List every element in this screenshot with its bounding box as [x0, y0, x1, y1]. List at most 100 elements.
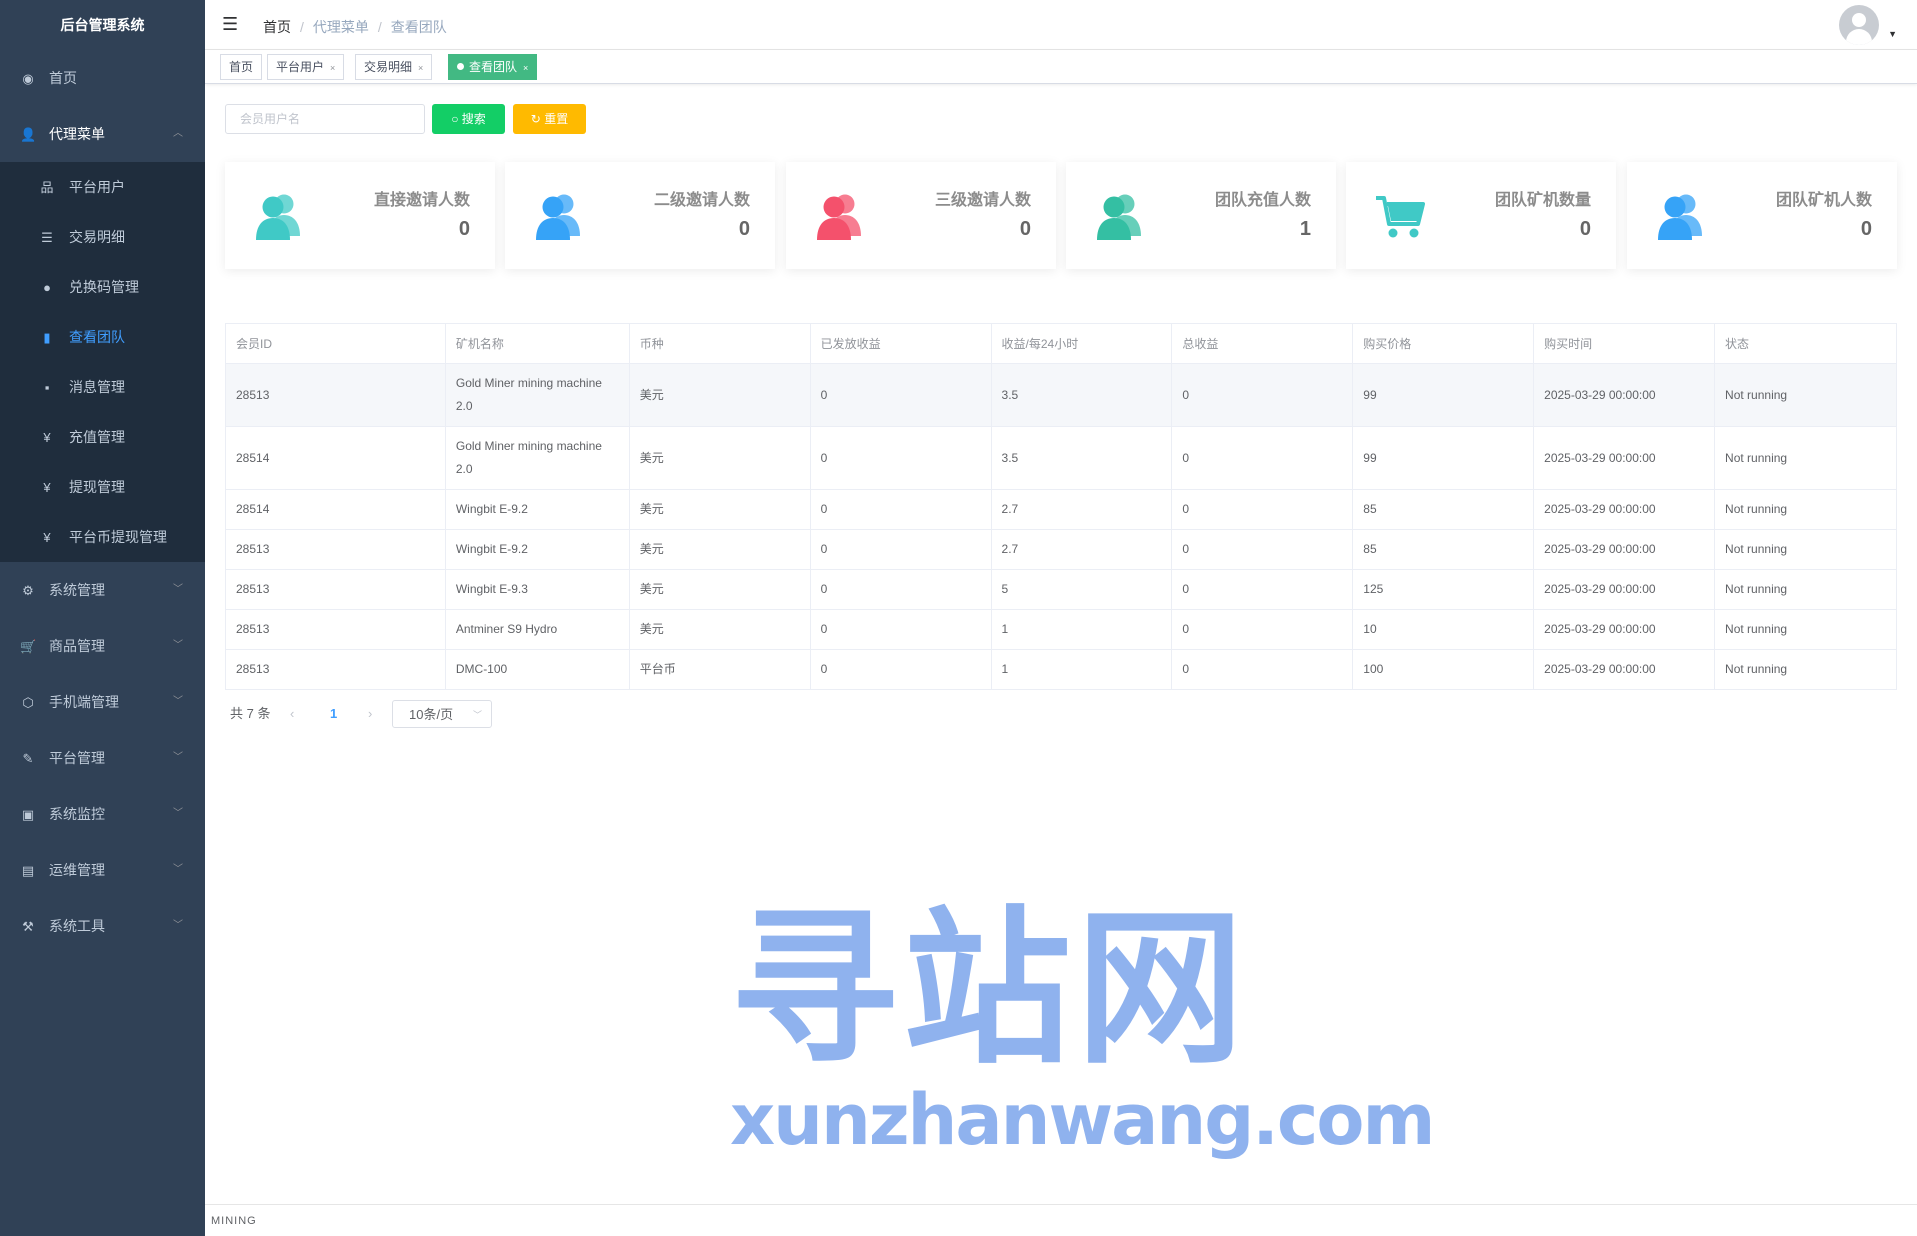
table-cell: Gold Miner mining machine 2.0	[444, 363, 630, 427]
chevron-up-icon: ︿	[173, 128, 183, 139]
column-header[interactable]: 会员ID	[225, 323, 446, 364]
close-icon[interactable]: ×	[418, 63, 423, 73]
search-button[interactable]: ○ 搜索	[432, 104, 505, 134]
table-cell: 2025-03-29 00:00:00	[1533, 609, 1716, 650]
table-cell: Not running	[1714, 609, 1897, 650]
sidebar-item-platform[interactable]: ✎ 平台管理 ﹀	[0, 730, 205, 786]
coin-icon: ●	[43, 280, 51, 295]
stat-value: 0	[738, 218, 750, 240]
page-number[interactable]: 1	[330, 700, 337, 728]
table-cell: 0	[809, 569, 992, 610]
column-header[interactable]: 购买时间	[1533, 323, 1716, 364]
sidebar-item-agent-menu[interactable]: 👤 代理菜单 ︿	[0, 106, 205, 162]
table-cell: 0	[809, 426, 992, 490]
sidebar-item-platform-users[interactable]: 品平台用户	[0, 162, 205, 212]
sidebar-item-withdraw[interactable]: ¥ 提现管理	[0, 462, 205, 512]
sidebar-item-label: 充值管理	[69, 429, 125, 445]
column-header[interactable]: 已发放收益	[809, 323, 992, 364]
sidebar-item-system[interactable]: ⚙ 系统管理 ﹀	[0, 562, 205, 618]
column-header[interactable]: 购买价格	[1352, 323, 1535, 364]
sidebar-item-transactions[interactable]: ☰ 交易明细	[0, 212, 205, 262]
table-row[interactable]: 28514 Gold Miner mining machine 2.0 美元 0 3.5…	[225, 426, 1897, 490]
table-cell: 0	[1171, 426, 1354, 490]
sidebar-item-label: 提现管理	[69, 479, 125, 495]
team-table: 会员ID 矿机名称 币种 已发放收益 收益/每24小时 总收益 购买价格 购买时间 状态 285…	[225, 323, 1897, 690]
tag-transactions[interactable]: 交易明细 ×	[355, 54, 433, 80]
table-cell: 0	[1171, 489, 1354, 530]
reset-button[interactable]: ↻ 重置	[513, 104, 586, 134]
tag-view-team[interactable]: 查看团队 ×	[448, 54, 538, 80]
next-page-icon[interactable]: ›	[368, 700, 372, 728]
table-cell: 美元	[628, 569, 811, 610]
table-cell: 85	[1352, 529, 1535, 570]
table-cell: 2025-03-29 00:00:00	[1533, 363, 1716, 427]
sidebar-item-mobile[interactable]: ⬡ 手机端管理 ﹀	[0, 674, 205, 730]
users-icon	[253, 190, 305, 242]
sidebar-item-label: 兑换码管理	[69, 279, 139, 295]
close-icon[interactable]: ×	[523, 63, 528, 73]
table-cell: 美元	[628, 426, 811, 490]
table-cell: 2.7	[990, 529, 1173, 570]
table-cell: Not running	[1714, 649, 1897, 690]
list-icon: ☰	[41, 230, 53, 245]
table-cell: Not running	[1714, 363, 1897, 427]
table-row[interactable]: 28513 Wingbit E-9.3 美元 0 5 0 125 2025-03-29 00:…	[225, 569, 1897, 610]
avatar-body-shape	[1846, 29, 1872, 45]
hamburger-icon[interactable]: ☰	[222, 14, 238, 35]
sidebar-item-ops[interactable]: ▤ 运维管理 ﹀	[0, 842, 205, 898]
column-header[interactable]: 矿机名称	[444, 323, 630, 364]
sidebar-item-tools[interactable]: ⚒ 系统工具 ﹀	[0, 898, 205, 954]
column-header[interactable]: 总收益	[1171, 323, 1354, 364]
table-cell: 0	[809, 649, 992, 690]
table-row[interactable]: 28513 Gold Miner mining machine 2.0 美元 0 3.5…	[225, 363, 1897, 427]
sidebar-item-label: 商品管理	[49, 638, 105, 654]
page-size-select[interactable]: 10条/页 ﹀	[392, 700, 492, 728]
stat-label: 三级邀请人数	[934, 192, 1031, 209]
tag-platform-users[interactable]: 平台用户 ×	[267, 54, 345, 80]
chevron-down-icon: ﹀	[173, 808, 183, 819]
sidebar-item-coin-withdraw[interactable]: ¥ 平台币提现管理	[0, 512, 205, 562]
sidebar-item-view-team[interactable]: ▮ 查看团队	[0, 312, 205, 362]
table-row[interactable]: 28513 Antminer S9 Hydro 美元 0 1 0 10 2025-03-29 …	[225, 609, 1897, 650]
table-row[interactable]: 28513 Wingbit E-9.2 美元 0 2.7 0 85 2025-03-29 00…	[225, 529, 1897, 570]
yen-icon: ¥	[43, 430, 51, 445]
breadcrumb-home[interactable]: 首页	[263, 19, 291, 35]
column-header[interactable]: 币种	[628, 323, 811, 364]
table-cell: Wingbit E-9.2	[444, 529, 630, 570]
table-cell: 28513	[225, 609, 446, 650]
stat-label: 团队矿机数量	[1494, 192, 1591, 209]
column-header[interactable]: 收益/每24小时	[990, 323, 1173, 364]
tag-home[interactable]: 首页	[220, 54, 263, 80]
sidebar-item-products[interactable]: 🛒 商品管理 ﹀	[0, 618, 205, 674]
caret-down-icon[interactable]: ▼	[1888, 29, 1897, 39]
sidebar-item-monitor[interactable]: ▣ 系统监控 ﹀	[0, 786, 205, 842]
breadcrumb-separator: /	[377, 19, 382, 35]
sidebar-item-redeem-codes[interactable]: ● 兑换码管理	[0, 262, 205, 312]
table-cell: 99	[1352, 426, 1535, 490]
table-row[interactable]: 28514 Wingbit E-9.2 美元 0 2.7 0 85 2025-03-29 00…	[225, 489, 1897, 530]
table-row[interactable]: 28513 DMC-100 平台币 0 1 0 100 2025-03-29 00:00:00…	[225, 649, 1897, 690]
stat-card: 直接邀请人数 0	[225, 162, 495, 269]
user-icon: 👤	[20, 127, 37, 142]
chevron-down-icon: ﹀	[472, 710, 482, 720]
table-cell: 2025-03-29 00:00:00	[1533, 649, 1716, 690]
sidebar-item-home[interactable]: ◉ 首页	[0, 50, 205, 106]
breadcrumb-agent-menu: 代理菜单	[312, 19, 369, 35]
pagination-total: 共 7 条	[230, 706, 271, 721]
sidebar-item-recharge[interactable]: ¥ 充值管理	[0, 412, 205, 462]
sidebar-item-label: 消息管理	[69, 379, 125, 395]
member-username-input[interactable]	[225, 104, 425, 134]
tag-label: 交易明细	[364, 60, 413, 74]
users-icon	[533, 190, 585, 242]
avatar[interactable]	[1839, 5, 1879, 45]
prev-page-icon[interactable]: ‹	[290, 700, 294, 728]
column-header[interactable]: 状态	[1714, 323, 1897, 364]
table-cell: Antminer S9 Hydro	[444, 609, 630, 650]
table-cell: 美元	[628, 529, 811, 570]
table-cell: 1	[990, 609, 1173, 650]
close-icon[interactable]: ×	[330, 63, 335, 73]
footer: MINING	[205, 1204, 1917, 1236]
table-cell: 0	[1171, 649, 1354, 690]
table-cell: 0	[809, 489, 992, 530]
sidebar-item-messages[interactable]: ▪ 消息管理	[0, 362, 205, 412]
